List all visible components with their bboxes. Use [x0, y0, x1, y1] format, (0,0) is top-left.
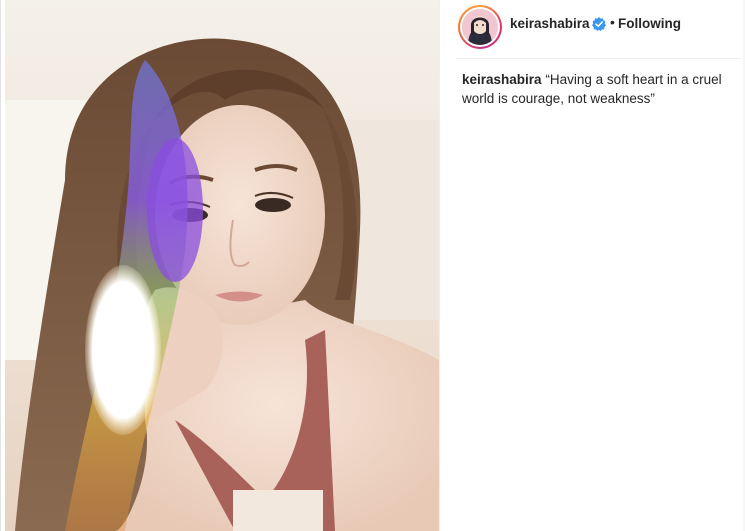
post-photo[interactable] [5, 0, 439, 531]
avatar-portrait-icon [462, 9, 498, 45]
separator-dot: • [610, 14, 615, 30]
avatar-frame [460, 7, 500, 47]
post-caption: keirashabira “Having a soft heart in a c… [462, 70, 734, 108]
verified-badge-icon [592, 17, 606, 31]
avatar-illustration [462, 9, 498, 45]
following-button[interactable]: Following [618, 16, 681, 31]
avatar[interactable] [458, 5, 502, 49]
post-sidebar: keirashabira • Following keirashabira “H… [439, 0, 745, 531]
post-header: keirashabira • Following [440, 0, 745, 60]
post-username[interactable]: keirashabira [510, 16, 590, 31]
caption-username[interactable]: keirashabira [462, 72, 542, 87]
selfie-image [5, 0, 439, 531]
header-divider [456, 58, 741, 59]
instagram-post-viewer: keirashabira • Following keirashabira “H… [0, 0, 745, 531]
